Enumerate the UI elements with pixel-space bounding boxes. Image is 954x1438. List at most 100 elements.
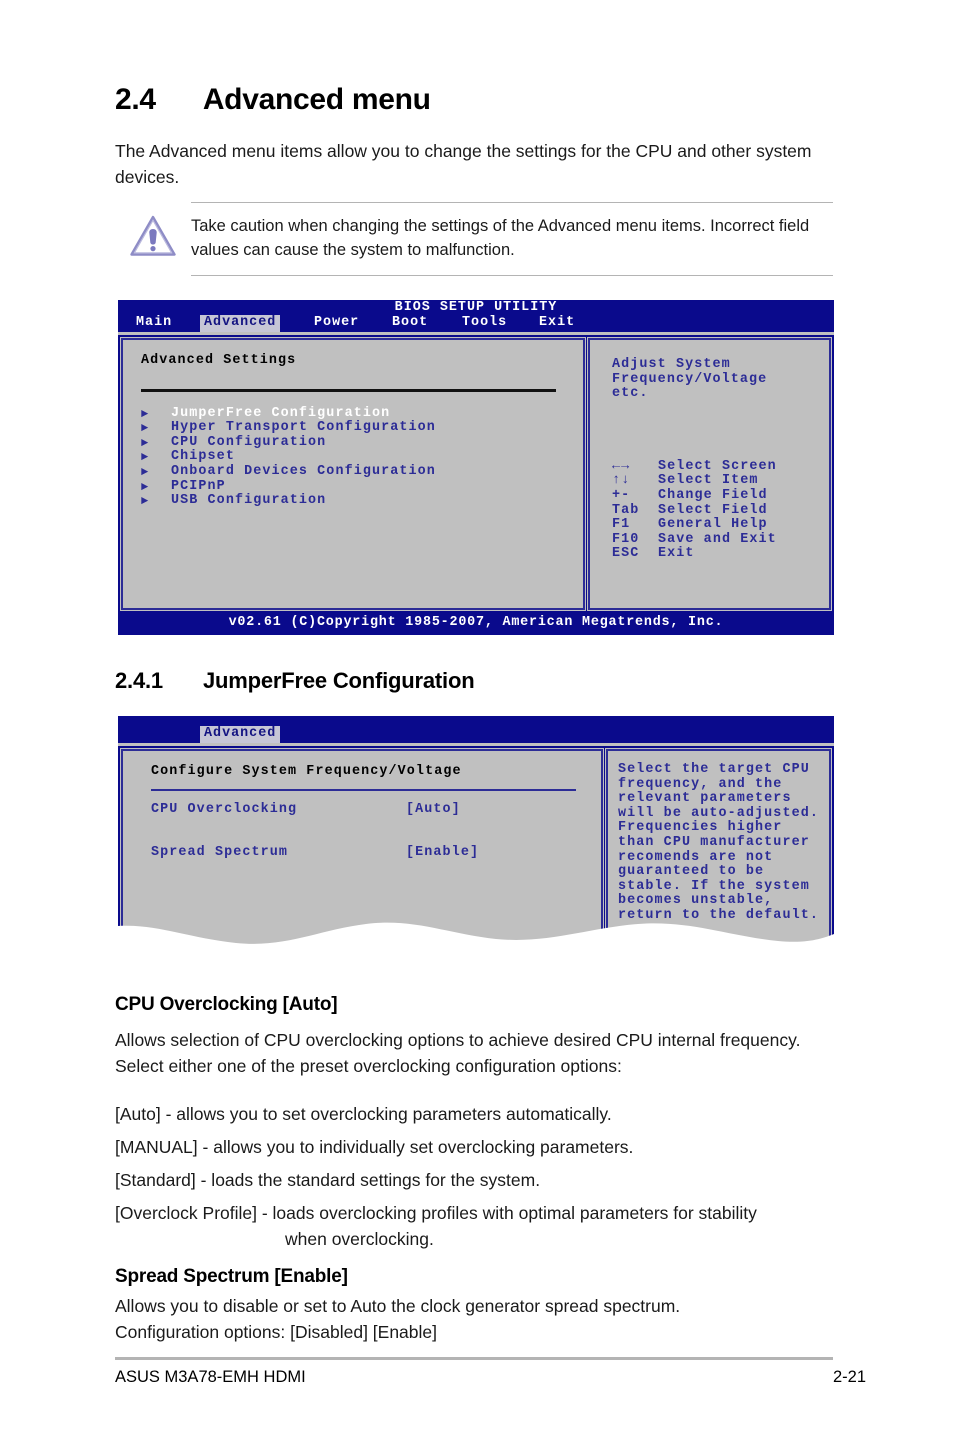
bios-help-line: guaranteed to be xyxy=(618,864,765,880)
field-spacer xyxy=(151,817,601,846)
bios-menu-item-chipset[interactable]: ► Chipset xyxy=(141,450,583,465)
bios-title-bar: Advanced xyxy=(118,716,834,743)
bios-menu-item-usb-configuration[interactable]: ► USB Configuration xyxy=(141,494,583,509)
key-legend-desc: Exit xyxy=(658,546,695,562)
bios-help-line: recomends are not xyxy=(618,849,774,865)
cpu-overclocking-option-auto: [Auto] - allows you to set overclocking … xyxy=(115,1104,612,1124)
bios-tab-boot[interactable]: Boot xyxy=(388,315,432,332)
bios-help-line: return to the default. xyxy=(618,907,819,923)
manual-page: 2.4 Advanced menu The Advanced menu item… xyxy=(0,0,954,1438)
key-legend-key: F10 xyxy=(612,531,640,547)
bios-field-spread-spectrum[interactable]: Spread Spectrum [Enable] xyxy=(151,846,601,861)
page-title: 2.4 Advanced menu xyxy=(115,83,431,117)
bios-content-area: Advanced Settings ► JumperFree Configura… xyxy=(118,335,834,613)
key-legend-desc: General Help xyxy=(658,517,768,533)
bios-help-line: than CPU manufacturer xyxy=(618,834,810,850)
caution-note: Take caution when changing the settings … xyxy=(115,202,833,276)
bios-help-line: Frequency/Voltage xyxy=(612,371,768,387)
bios-jumperfree-screenshot: Advanced Configure System Frequency/Volt… xyxy=(118,716,834,958)
bios-help-line: will be auto-adjusted. xyxy=(618,805,819,821)
bios-fields-list: CPU Overclocking [Auto] Spread Spectrum … xyxy=(151,801,601,861)
submenu-arrow-icon: ► xyxy=(141,435,150,450)
key-legend-row: F10 Save and Exit xyxy=(612,531,829,548)
caution-text: Take caution when changing the settings … xyxy=(191,202,833,276)
section-intro: The Advanced menu items allow you to cha… xyxy=(115,141,812,187)
key-legend-row: F1 General Help xyxy=(612,518,829,533)
cpu-overclocking-option-manual: [MANUAL] - allows you to individually se… xyxy=(115,1137,634,1157)
bios-help-line: etc. xyxy=(612,386,649,402)
key-legend-desc: Select Item xyxy=(658,473,759,489)
bios-settings-pane: Advanced Settings ► JumperFree Configura… xyxy=(120,337,586,611)
bios-help-line: frequency, and the xyxy=(618,776,783,792)
bios-help-line: Frequencies higher xyxy=(618,820,783,836)
section-number: 2.4 xyxy=(115,83,156,116)
spread-spectrum-description: Allows you to disable or set to Auto the… xyxy=(115,1296,681,1316)
cpu-overclocking-heading: CPU Overclocking [Auto] xyxy=(115,994,338,1015)
spread-spectrum-heading: Spread Spectrum [Enable] xyxy=(115,1266,348,1287)
bios-help-text-block: Adjust System Frequency/Voltage etc. xyxy=(590,340,829,402)
bios-tab-main[interactable]: Main xyxy=(132,315,176,332)
bios-field-label: CPU Overclocking xyxy=(151,801,298,817)
bios-advanced-menu-screenshot: BIOS SETUP UTILITY Main Advanced Power B… xyxy=(118,300,834,635)
key-legend-row: ESC Exit xyxy=(612,547,829,562)
bios-field-cpu-overclocking[interactable]: CPU Overclocking [Auto] xyxy=(151,801,601,818)
key-legend-key: F1 xyxy=(612,517,631,533)
footer-divider xyxy=(115,1357,833,1360)
bios-help-text-block: Select the target CPU frequency, and the… xyxy=(608,751,829,924)
arrow-up-down-icon: ↑↓ xyxy=(612,473,631,489)
bios-divider xyxy=(141,388,556,392)
key-legend-key: Tab xyxy=(612,502,640,518)
bios-menu-item-label: PCIPnP xyxy=(171,478,226,494)
bios-content-area: Configure System Frequency/Voltage CPU O… xyxy=(118,746,834,958)
bios-field-value[interactable]: [Auto] xyxy=(406,802,461,818)
warning-triangle-icon xyxy=(115,202,191,258)
bios-title-bar: BIOS SETUP UTILITY Main Advanced Power B… xyxy=(118,300,834,332)
bios-pane-title: Configure System Frequency/Voltage xyxy=(151,764,462,779)
bios-tab-power[interactable]: Power xyxy=(310,315,363,332)
bios-divider xyxy=(151,788,576,791)
bios-pane-title: Advanced Settings xyxy=(141,353,297,368)
bios-menu-item-label: USB Configuration xyxy=(171,493,327,509)
key-legend-desc: Change Field xyxy=(658,487,768,503)
bios-key-legend: ←→ Select Screen ↑↓ Select Item +- Chang… xyxy=(590,402,829,562)
key-legend-row: +- Change Field xyxy=(612,487,829,504)
bios-tab-exit[interactable]: Exit xyxy=(535,315,579,332)
key-legend-desc: Select Field xyxy=(658,502,768,518)
bios-tab-tools[interactable]: Tools xyxy=(458,315,511,332)
bios-menu-item-label: JumperFree Configuration xyxy=(171,405,391,421)
footer-product-name: ASUS M3A78-EMH HDMI xyxy=(115,1368,306,1386)
bios-tab-bar: Advanced xyxy=(118,726,834,743)
bios-help-line: Select the target CPU xyxy=(618,762,810,777)
footer-page-number: 2-21 xyxy=(833,1368,867,1386)
bios-copyright-footer: v02.61 (C)Copyright 1985-2007, American … xyxy=(118,613,834,635)
subsection-title: 2.4.1 JumperFree Configuration xyxy=(115,668,475,694)
bios-help-line: Adjust System xyxy=(612,357,731,372)
cpu-overclocking-option-profile-line2: when overclocking. xyxy=(285,1229,434,1249)
submenu-arrow-icon: ► xyxy=(141,450,150,465)
bios-field-value[interactable]: [Enable] xyxy=(406,846,479,861)
key-legend-row: ↑↓ Select Item xyxy=(612,474,829,489)
bios-menu-item-hyper-transport[interactable]: ► Hyper Transport Configuration xyxy=(141,421,583,436)
bios-menu-item-cpu-configuration[interactable]: ► CPU Configuration xyxy=(141,434,583,451)
subsection-number: 2.4.1 xyxy=(115,668,163,693)
bios-tab-advanced[interactable]: Advanced xyxy=(200,726,281,743)
bios-tab-advanced[interactable]: Advanced xyxy=(200,315,281,332)
bios-help-line: becomes unstable, xyxy=(618,893,774,909)
key-legend-row: Tab Select Field xyxy=(612,502,829,519)
bios-menu-item-label: CPU Configuration xyxy=(171,434,327,450)
submenu-arrow-icon: ► xyxy=(141,421,150,436)
bios-menu-item-label: Hyper Transport Configuration xyxy=(171,420,436,436)
submenu-arrow-icon: ► xyxy=(141,406,150,421)
bios-menu-item-onboard-devices[interactable]: ► Onboard Devices Configuration xyxy=(141,464,583,480)
spread-spectrum-config-options: Configuration options: [Disabled] [Enabl… xyxy=(115,1322,438,1342)
submenu-arrow-icon: ► xyxy=(141,494,150,509)
bios-help-pane: Adjust System Frequency/Voltage etc. ←→ … xyxy=(587,337,832,611)
subsection-title-text: JumperFree Configuration xyxy=(203,668,475,693)
bios-menu-item-jumperfree[interactable]: ► JumperFree Configuration xyxy=(141,405,583,422)
bios-menu-item-pcipnp[interactable]: ► PCIPnP xyxy=(141,478,583,495)
bios-menu-item-label: Chipset xyxy=(171,449,235,465)
cpu-overclocking-description: Allows selection of CPU overclocking opt… xyxy=(115,1030,801,1076)
key-legend-desc: Select Screen xyxy=(658,458,777,474)
cpu-overclocking-option-standard: [Standard] - loads the standard settings… xyxy=(115,1170,541,1190)
arrow-left-right-icon: ←→ xyxy=(612,458,631,474)
